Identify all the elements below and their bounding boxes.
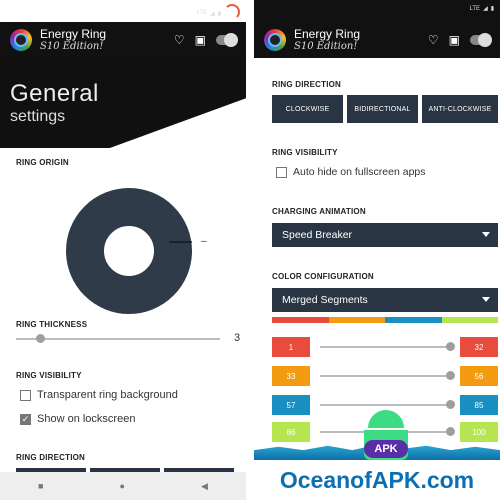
segment-to-chip[interactable]: 100 — [460, 422, 498, 442]
apk-badge: APK — [364, 440, 408, 458]
transparent-bg-checkbox[interactable] — [20, 389, 31, 401]
battery-icon: ▮ — [490, 6, 494, 12]
segment-slider-thumb[interactable] — [446, 400, 455, 409]
color-configuration-value: Merged Segments — [282, 294, 368, 306]
segment-from-chip[interactable]: 86 — [272, 422, 310, 442]
charging-animation-value: Speed Breaker — [282, 229, 353, 241]
recents-button[interactable]: ■ — [38, 481, 43, 491]
color-bar-segment — [441, 317, 498, 323]
ring-thickness-value: 3 — [234, 332, 241, 344]
segment-slider-thumb[interactable] — [446, 342, 455, 351]
color-bar-segment — [272, 317, 329, 323]
segment-slider[interactable] — [320, 404, 450, 406]
status-bar: LTE ◢ ▮ — [0, 0, 246, 22]
general-settings-screen: LTE ◢ ▮ Energy Ring S10 Edition! ♡ ▣ Gen… — [0, 0, 246, 500]
segment-slider[interactable] — [320, 375, 450, 377]
color-bar-segment — [328, 317, 385, 323]
segment-to-chip[interactable]: 56 — [460, 366, 498, 386]
nav-bar: ■ ● ◀ — [0, 472, 246, 500]
app-title: Energy Ring — [40, 27, 107, 41]
ring-direction-title-left: RING DIRECTION — [16, 453, 86, 462]
status-icons-right: LTE ◢ ▮ — [469, 5, 495, 13]
color-bar-segment — [385, 317, 442, 323]
ring-visibility-title: RING VISIBILITY — [16, 371, 82, 380]
home-button[interactable]: ● — [120, 481, 125, 491]
segment-slider[interactable] — [320, 346, 450, 348]
ring-origin-title: RING ORIGIN — [16, 158, 69, 167]
color-configuration-title: COLOR CONFIGURATION — [272, 272, 374, 281]
segment-slider-thumb[interactable] — [446, 427, 455, 436]
app-bar: Energy Ring S10 Edition! ♡ ▣ — [0, 22, 246, 58]
heart-icon[interactable]: ♡ — [428, 34, 439, 46]
segment-slider-thumb[interactable] — [446, 371, 455, 380]
transparent-bg-checkbox-row[interactable]: Transparent ring background — [20, 389, 178, 401]
segment-from-chip[interactable]: 33 — [272, 366, 310, 386]
divider — [246, 0, 254, 500]
direction-button-clockwise[interactable]: CLOCKWISE — [272, 95, 343, 123]
watermark-text: OceanofAPK.com — [279, 467, 475, 493]
heart-icon[interactable]: ♡ — [174, 34, 185, 46]
lockscreen-checkbox[interactable]: ✓ — [20, 413, 31, 425]
shop-icon[interactable]: ▣ — [449, 34, 460, 46]
shop-icon[interactable]: ▣ — [195, 34, 206, 46]
ring-thickness-slider[interactable] — [16, 338, 220, 340]
transparent-bg-label: Transparent ring background — [37, 389, 178, 401]
color-configuration-dropdown[interactable]: Merged Segments — [272, 288, 498, 312]
direction-button-bidirectional[interactable]: BIDIRECTIONAL — [347, 95, 418, 123]
app-subtitle-right: S10 Edition! — [294, 41, 358, 52]
screenshot-root: LTE ◢ ▮ Energy Ring S10 Edition! ♡ ▣ Gen… — [0, 0, 500, 500]
app-logo-icon — [10, 29, 32, 51]
charging-animation-title: CHARGING ANIMATION — [272, 207, 366, 216]
auto-hide-checkbox[interactable] — [276, 166, 287, 178]
service-toggle-right[interactable] — [470, 33, 492, 47]
segment-from-chip[interactable]: 57 — [272, 395, 310, 415]
lockscreen-checkbox-row[interactable]: ✓ Show on lockscreen — [20, 413, 135, 425]
app-logo-icon — [264, 29, 286, 51]
ring-thickness-thumb[interactable] — [36, 334, 46, 343]
ring-visibility-title-right: RING VISIBILITY — [272, 148, 338, 157]
app-title-right: Energy Ring — [294, 27, 361, 41]
android-logo-icon: APK — [360, 410, 412, 462]
app-bar-right: Energy Ring S10 Edition! ♡ ▣ — [254, 22, 500, 58]
signal-icon: ◢ — [483, 6, 488, 12]
status-bar-right: LTE ◢ ▮ — [254, 0, 500, 22]
ring-settings-screen: LTE ◢ ▮ Energy Ring S10 Edition! ♡ ▣ RIN… — [254, 0, 500, 500]
ring-origin-preview[interactable] — [66, 188, 192, 314]
ring-thickness-title: RING THICKNESS — [16, 320, 88, 329]
service-toggle[interactable] — [216, 33, 238, 47]
app-subtitle: S10 Edition! — [40, 41, 104, 52]
battery-icon: ▮ — [217, 10, 221, 17]
status-icons: LTE ◢ ▮ — [196, 4, 240, 21]
network-label: LTE — [196, 10, 208, 16]
segment-to-chip[interactable]: 32 — [460, 337, 498, 357]
charging-animation-dropdown[interactable]: Speed Breaker — [272, 223, 498, 247]
back-button[interactable]: ◀ — [201, 481, 208, 492]
ring-origin-marker: – — [201, 236, 207, 247]
signal-icon: ◢ — [210, 10, 215, 17]
lockscreen-label: Show on lockscreen — [37, 413, 136, 425]
chevron-down-icon — [482, 232, 490, 237]
ring-direction-title: RING DIRECTION — [272, 80, 342, 89]
auto-hide-checkbox-row[interactable]: Auto hide on fullscreen apps — [276, 166, 426, 178]
direction-button-anticlockwise[interactable]: ANTI-CLOCKWISE — [422, 95, 498, 123]
segment-to-chip[interactable]: 85 — [460, 395, 498, 415]
page-title: General — [10, 80, 99, 107]
auto-hide-label: Auto hide on fullscreen apps — [293, 166, 426, 178]
chevron-down-icon — [482, 297, 490, 302]
page-subtitle: settings — [10, 108, 66, 125]
energy-ring-indicator — [224, 4, 240, 20]
network-label-right: LTE — [469, 5, 481, 12]
segment-from-chip[interactable]: 1 — [272, 337, 310, 357]
